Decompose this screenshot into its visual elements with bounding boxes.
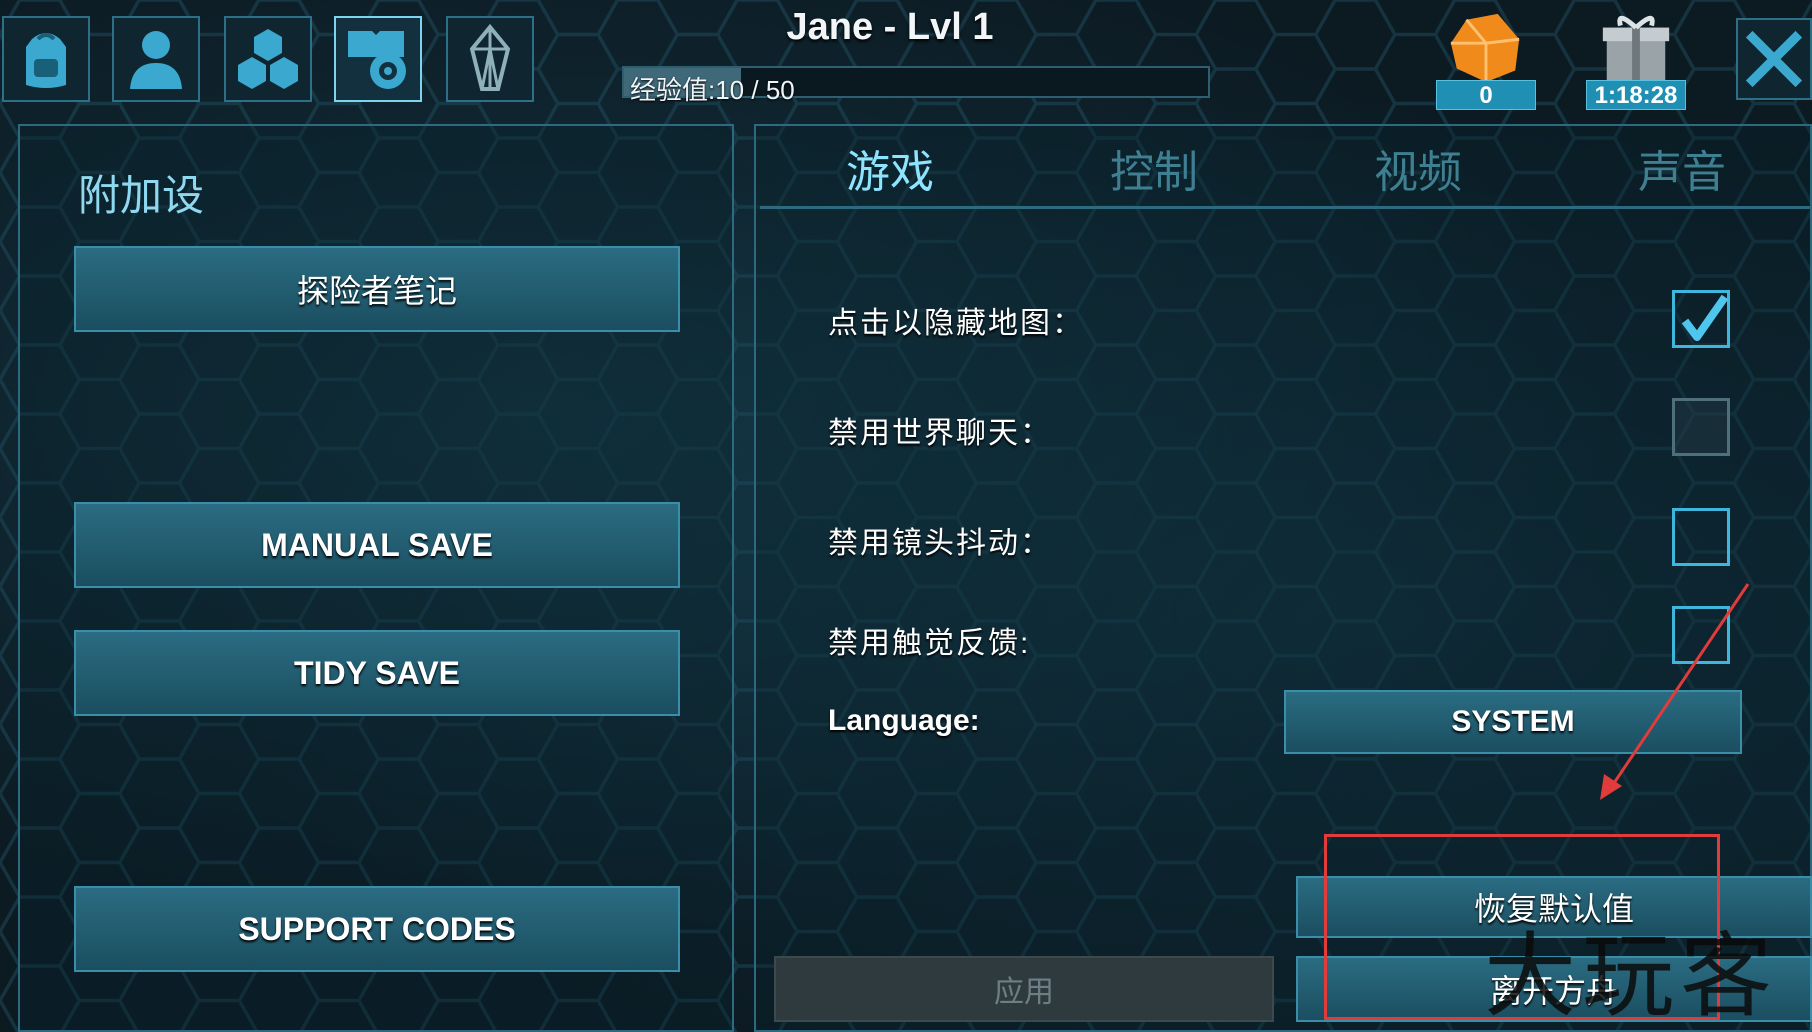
panel-title: 附加设: [78, 172, 205, 219]
tab-game[interactable]: 游戏: [760, 122, 1020, 214]
inventory-tab-button[interactable]: [2, 16, 90, 102]
disable-world-chat-checkbox[interactable]: [1672, 398, 1730, 456]
gift-box-icon: [1602, 15, 1670, 81]
tab-controls[interactable]: 控制: [1024, 122, 1284, 214]
language-label: Language:: [828, 704, 980, 737]
tribe-tab-button[interactable]: [446, 16, 534, 102]
setting-label-disable-haptics: 禁用触觉反馈:: [828, 627, 1031, 660]
explorer-notes-button[interactable]: 探险者笔记: [74, 246, 680, 332]
tidy-save-button[interactable]: TIDY SAVE: [74, 630, 680, 716]
engrams-icon: [238, 29, 298, 89]
setting-label-hide-map: 点击以隐藏地图：: [828, 307, 1084, 340]
apply-button[interactable]: 应用: [774, 956, 1274, 1022]
tab-video[interactable]: 视频: [1288, 122, 1548, 214]
watermark: 大玩客: [1484, 923, 1779, 1030]
manual-save-button[interactable]: MANUAL SAVE: [74, 502, 680, 588]
setting-label-disable-camera-shake: 禁用镜头抖动：: [828, 527, 1052, 560]
close-icon: [1745, 30, 1803, 88]
settings-book-gear-icon: [348, 31, 406, 89]
disable-haptics-checkbox[interactable]: [1672, 606, 1730, 664]
options-tab-button[interactable]: [334, 16, 422, 102]
backpack-icon: [26, 33, 66, 88]
disable-camera-shake-checkbox[interactable]: [1672, 508, 1730, 566]
character-icon: [130, 31, 182, 89]
tab-audio[interactable]: 声音: [1552, 122, 1812, 214]
xp-label: 经验值:10 / 50: [630, 75, 795, 105]
player-name: Jane - Lvl 1: [786, 6, 994, 48]
language-dropdown[interactable]: SYSTEM: [1284, 690, 1742, 754]
settings-tabs: 游戏 控制 视频 声音: [760, 122, 1812, 214]
engrams-tab-button[interactable]: [224, 16, 312, 102]
character-tab-button[interactable]: [112, 16, 200, 102]
tribe-crystal-icon: [469, 23, 511, 91]
amber-count: 0: [1436, 80, 1536, 110]
setting-label-disable-world-chat: 禁用世界聊天：: [828, 417, 1052, 450]
hide-map-checkbox[interactable]: [1672, 290, 1730, 348]
checkmark-icon: [1681, 294, 1729, 341]
support-codes-button[interactable]: SUPPORT CODES: [74, 886, 680, 972]
close-button[interactable]: [1736, 18, 1812, 100]
xp-bar: 经验值:10 / 50: [622, 66, 1210, 105]
amber-crystal-icon: [1450, 13, 1520, 83]
tab-underline: [760, 206, 1812, 209]
amber-currency[interactable]: 0: [1436, 10, 1536, 110]
gift-timer-value: 1:18:28: [1586, 80, 1686, 110]
gift-timer[interactable]: 1:18:28: [1586, 10, 1686, 110]
